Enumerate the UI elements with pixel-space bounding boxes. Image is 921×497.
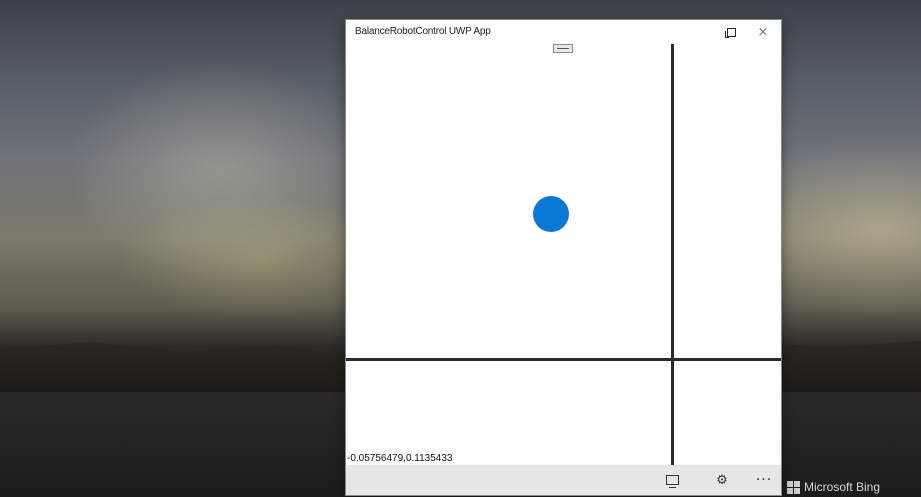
- restore-icon: [724, 27, 736, 38]
- control-canvas[interactable]: -0.05756479,0.1135433: [346, 44, 781, 465]
- bing-label: Microsoft Bing: [804, 480, 881, 494]
- drag-handle[interactable]: [553, 44, 573, 53]
- more-icon: ···: [755, 472, 773, 488]
- display-icon: [665, 475, 679, 488]
- more-button[interactable]: ···: [747, 465, 781, 495]
- gear-icon: ⚙: [716, 472, 728, 488]
- vertical-axis-line: [671, 44, 674, 465]
- coordinates-readout: -0.05756479,0.1135433: [347, 453, 453, 464]
- bing-watermark: Microsoft Bing: [787, 480, 880, 494]
- close-button[interactable]: ×: [747, 20, 779, 44]
- settings-button[interactable]: ⚙: [705, 465, 739, 495]
- close-icon: ×: [757, 24, 769, 40]
- horizontal-axis-line: [346, 358, 781, 361]
- window-title: BalanceRobotControl UWP App: [355, 26, 491, 37]
- joystick-ball[interactable]: [533, 196, 569, 232]
- restore-button[interactable]: [715, 20, 747, 44]
- display-button[interactable]: [655, 465, 689, 495]
- app-window: BalanceRobotControl UWP App × -0.0575647…: [346, 20, 781, 495]
- command-bar: ⚙ ···: [346, 465, 781, 495]
- windows-logo-icon: [787, 480, 800, 494]
- title-bar[interactable]: BalanceRobotControl UWP App ×: [346, 20, 781, 44]
